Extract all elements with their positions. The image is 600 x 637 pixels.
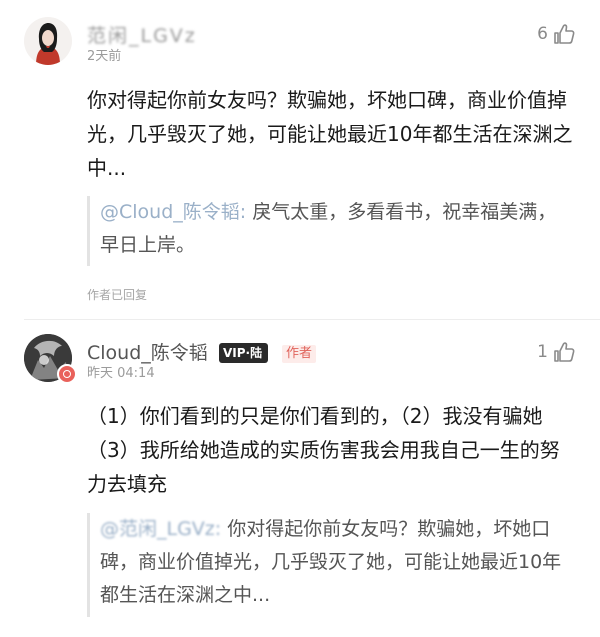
- avatar[interactable]: [24, 17, 72, 65]
- author-tag: 作者: [282, 345, 317, 363]
- quoted-comment[interactable]: @范闲_LGVz: 你对得起你前女友吗？欺骗她，坏她口碑，商业价值掉光，几乎毁灭…: [87, 513, 573, 617]
- like-button[interactable]: 6: [537, 22, 576, 46]
- like-count: 6: [537, 24, 548, 44]
- author-replied-label[interactable]: 作者已回复: [87, 286, 147, 303]
- thumbs-up-icon: [554, 342, 575, 362]
- like-count: 1: [537, 342, 548, 362]
- comment-text: 你对得起你前女友吗？欺骗她，坏她口碑，商业价值掉光，几乎毁灭了她，可能让她最近1…: [87, 88, 573, 180]
- timestamp: 2天前: [87, 49, 122, 64]
- thumbs-up-icon: [554, 24, 575, 44]
- comment-item: Cloud_陈令韬 VIP·陆 作者 昨天 04:14 1 （1）你们看到的只是…: [0, 320, 600, 637]
- author-reply[interactable]: @Cloud_陈令韬: 戾气太重，多看看书，祝幸福美满，早日上岸。: [87, 196, 573, 266]
- vip-badge[interactable]: VIP·陆: [219, 343, 269, 363]
- comment-text: （1）你们看到的只是你们看到的，（2）我没有骗她（3）我所给她造成的实质伤害我会…: [87, 404, 560, 496]
- like-button[interactable]: 1: [537, 340, 576, 364]
- username[interactable]: 范闲_LGVz: [87, 25, 197, 47]
- quote-mention[interactable]: @范闲_LGVz:: [100, 518, 227, 540]
- reply-mention[interactable]: @Cloud_陈令韬:: [100, 201, 252, 223]
- comment-item: 范闲_LGVz 2天前 6 你对得起你前女友吗？欺骗她，坏她口碑，商业价值掉光，…: [0, 0, 600, 320]
- avatar-icon: [24, 17, 72, 65]
- username[interactable]: Cloud_陈令韬: [87, 342, 208, 364]
- timestamp: 昨天 04:14: [87, 366, 155, 381]
- vip-badge-icon: [57, 364, 77, 384]
